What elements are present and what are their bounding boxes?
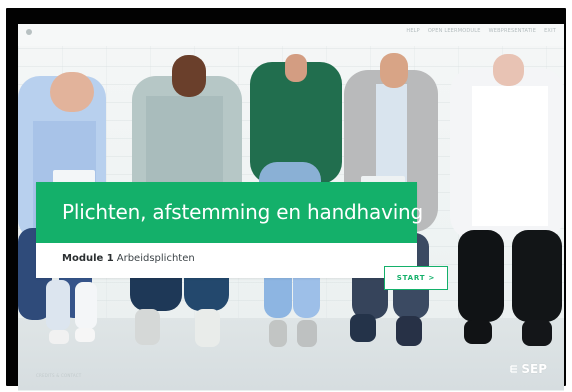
start-button[interactable]: START > [384,266,448,290]
top-bar: HELP OPEN LEERMODULE WEBPRESENTATIE EXIT [18,24,564,46]
course-title-card: Plichten, afstemming en handhaving Modul… [36,182,423,278]
module-label-row: Module 1 Arbeidsplichten [62,253,195,265]
module-subtitle: Arbeidsplichten [116,253,195,264]
course-title-banner: Plichten, afstemming en handhaving [36,182,423,243]
sep-logo: SEP [509,363,547,375]
person-5-illustration [450,54,564,346]
credits-caption[interactable]: Credits & Contact [36,373,81,378]
top-menu-web-presentation[interactable]: WEBPRESENTATIE [489,28,536,35]
top-menu: HELP OPEN LEERMODULE WEBPRESENTATIE EXIT [406,28,556,35]
sep-mark-icon [510,365,518,373]
top-menu-exit[interactable]: EXIT [544,28,556,35]
top-menu-help[interactable]: HELP [406,28,420,35]
video-frame: HELP OPEN LEERMODULE WEBPRESENTATIE EXIT [6,8,566,391]
course-screen: HELP OPEN LEERMODULE WEBPRESENTATIE EXIT [18,24,564,391]
top-menu-open-module[interactable]: OPEN LEERMODULE [428,28,481,35]
module-number: Module 1 [62,253,114,264]
course-title: Plichten, afstemming en handhaving [62,200,424,224]
brand-text: SEP [521,362,547,376]
menu-dot-icon [26,29,32,35]
